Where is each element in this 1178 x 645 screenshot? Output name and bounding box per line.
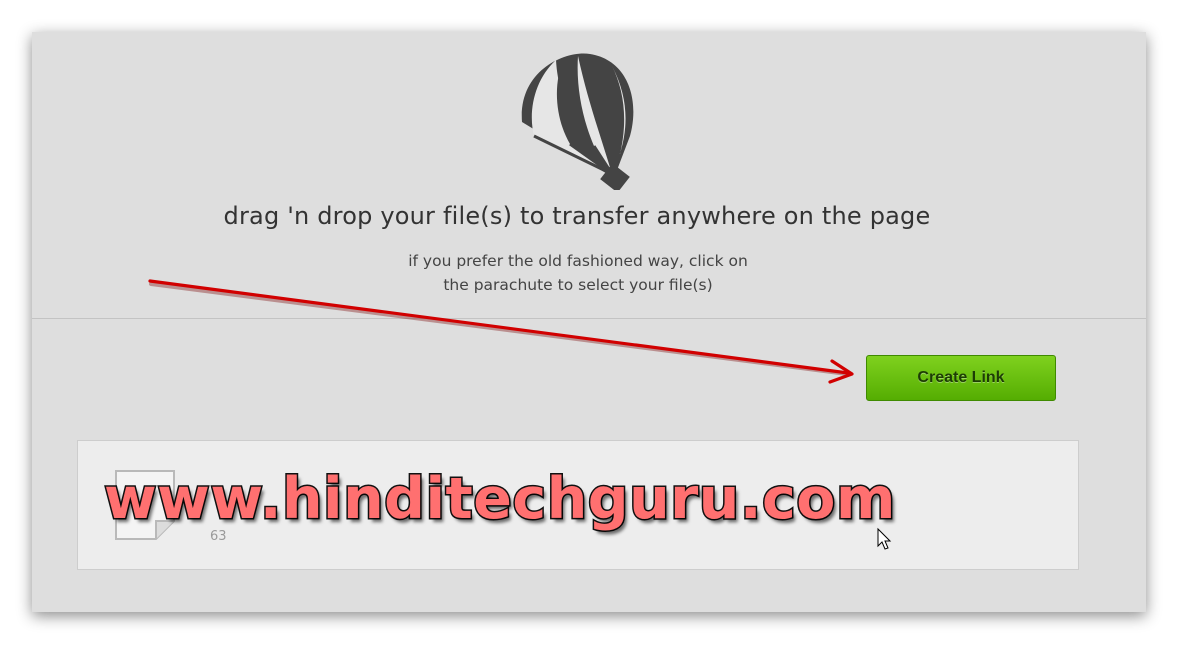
create-link-button[interactable]: Create Link (866, 355, 1056, 401)
drop-zone[interactable]: drag 'n drop your file(s) to transfer an… (32, 32, 1146, 319)
alternative-instructions-line-2: the parachute to select your file(s) (443, 276, 713, 294)
alternative-instructions: if you prefer the old fashioned way, cli… (32, 249, 1124, 297)
drop-instructions: drag 'n drop your file(s) to transfer an… (223, 202, 931, 230)
alternative-instructions-line-1: if you prefer the old fashioned way, cli… (408, 252, 748, 270)
watermark-text: www.hinditechguru.com (103, 465, 897, 534)
parachute-icon[interactable] (516, 50, 641, 190)
